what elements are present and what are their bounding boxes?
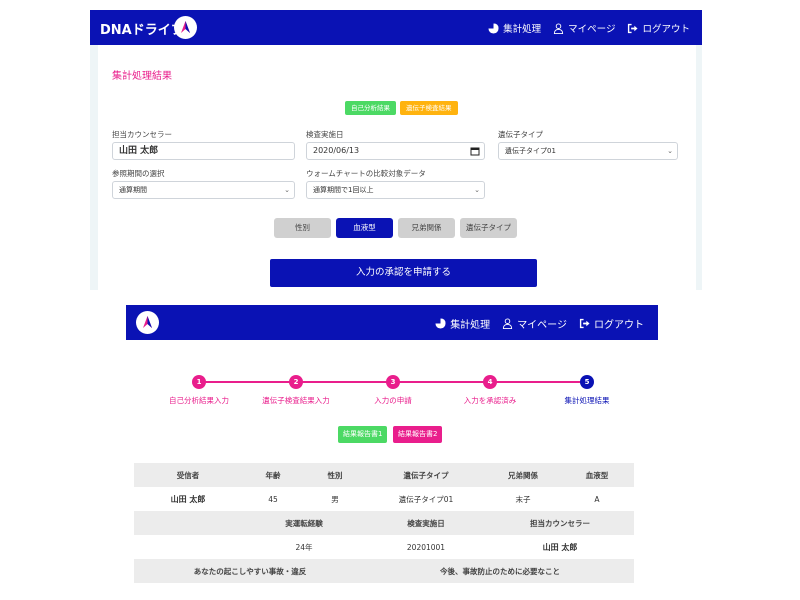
bottom-navbar: 集計処理 マイページ ログアウト <box>126 305 658 340</box>
test-date-value: 2020/06/13 <box>313 146 360 155</box>
nav-mypage-label: マイページ <box>517 320 567 331</box>
gene-type-label: 遺伝子タイプ <box>498 130 543 139</box>
section-title: 集計処理結果 <box>112 71 172 82</box>
header-driving-experience: 実運転経験 <box>242 511 366 535</box>
warm-chart-value: 通算期間で1回以上 <box>313 186 374 194</box>
cell-gene-type: 遺伝子タイプ01 <box>398 494 454 504</box>
header-blood-type: 血液型 <box>560 463 634 487</box>
cell-test-date: 20201001 <box>406 542 446 552</box>
cell-blood-type: A <box>594 494 600 504</box>
nav-logout-label: ログアウト <box>642 24 690 35</box>
nav-logout-label: ログアウト <box>594 320 644 331</box>
user-icon <box>503 318 513 329</box>
header-recipient: 受信者 <box>134 463 242 487</box>
table-row: 山田 太郎 45 男 遺伝子タイプ01 末子 A <box>134 487 634 511</box>
brand-name[interactable]: DNAドライブ <box>100 19 184 38</box>
step-3-label: 入力の申請 <box>374 396 412 405</box>
nav-mypage[interactable]: マイページ <box>502 316 567 331</box>
header-likely-accidents: あなたの起こしやすい事故・違反 <box>134 559 366 583</box>
chevron-down-icon: ⌄ <box>667 147 673 155</box>
counselor-input[interactable]: 山田 太郎 <box>112 142 295 160</box>
table-header-row: 実運転経験 検査実施日 担当カウンセラー <box>134 511 634 535</box>
step-1-circle[interactable]: 1 <box>192 375 206 389</box>
header-gender: 性別 <box>304 463 366 487</box>
chevron-down-icon: ⌄ <box>284 186 290 194</box>
report-2-tag[interactable]: 結果報告書2 <box>393 426 443 443</box>
nav-logout[interactable]: ログアウト <box>627 21 690 35</box>
cell-driving-experience: 24年 <box>295 542 313 552</box>
test-date-input[interactable]: 2020/06/13 <box>306 142 485 160</box>
counselor-value: 山田 太郎 <box>119 146 159 156</box>
cell-counselor: 山田 太郎 <box>542 542 578 552</box>
filter-blood-type[interactable]: 血液型 <box>336 218 393 238</box>
nav-logout[interactable]: ログアウト <box>579 316 644 331</box>
filter-gene-type[interactable]: 遺伝子タイプ <box>460 218 517 238</box>
logout-icon <box>579 318 590 329</box>
step-3-circle[interactable]: 3 <box>386 375 400 389</box>
table-row: 24年 20201001 山田 太郎 <box>134 535 634 559</box>
self-analysis-tag[interactable]: 自己分析結果 <box>345 101 396 115</box>
nav-aggregate[interactable]: 集計処理 <box>435 316 490 331</box>
table-header-row: 受信者 年齢 性別 遺伝子タイプ 兄弟関係 血液型 <box>134 463 634 487</box>
step-2-circle[interactable]: 2 <box>289 375 303 389</box>
warm-chart-select[interactable]: 通算期間で1回以上 ⌄ <box>306 181 485 199</box>
header-test-date: 検査実施日 <box>366 511 486 535</box>
nav-aggregate-label: 集計処理 <box>503 24 542 35</box>
nav-aggregate-label: 集計処理 <box>450 320 491 331</box>
gene-type-select[interactable]: 遺伝子タイプ01 ⌄ <box>498 142 678 160</box>
header-counselor: 担当カウンセラー <box>486 511 634 535</box>
cell-age: 45 <box>268 494 278 504</box>
nav-mypage[interactable]: マイページ <box>553 21 615 35</box>
calendar-icon[interactable] <box>470 146 480 156</box>
cell-recipient: 山田 太郎 <box>170 494 206 504</box>
counselor-label: 担当カウンセラー <box>112 130 172 139</box>
brand-logo-icon[interactable] <box>136 311 159 334</box>
result-table: 受信者 年齢 性別 遺伝子タイプ 兄弟関係 血液型 山田 太郎 45 男 遺伝子… <box>134 463 634 583</box>
result-panel: 集計処理結果 自己分析結果 遺伝子検査結果 担当カウンセラー 検査実施日 遺伝子… <box>90 45 702 290</box>
header-empty <box>134 511 242 535</box>
warm-chart-label: ウォームチャートの比較対象データ <box>306 169 426 178</box>
ref-period-label: 参照期間の選択 <box>112 169 165 178</box>
submit-approval-button[interactable]: 入力の承認を申請する <box>270 259 537 287</box>
header-age: 年齢 <box>242 463 304 487</box>
cell-siblings: 末子 <box>515 494 531 504</box>
ref-period-value: 通算期間 <box>119 186 147 194</box>
table-header-row: あなたの起こしやすい事故・違反 今後、事故防止のために必要なこと <box>134 559 634 583</box>
filter-siblings[interactable]: 兄弟関係 <box>398 218 455 238</box>
top-navbar: DNAドライブ 集計処理 マイページ ログアウト <box>90 10 702 45</box>
cell-gender: 男 <box>331 494 339 504</box>
logout-icon <box>628 23 639 33</box>
brand-logo-icon[interactable] <box>174 16 197 39</box>
nav-aggregate[interactable]: 集計処理 <box>488 21 541 35</box>
step-2-label: 遺伝子検査結果入力 <box>262 396 330 405</box>
ref-period-select[interactable]: 通算期間 ⌄ <box>112 181 295 199</box>
nav-mypage-label: マイページ <box>568 24 616 35</box>
pie-chart-icon <box>435 318 446 329</box>
top-screenshot: DNAドライブ 集計処理 マイページ ログアウト 集計処理結果 自己分析結果 遺… <box>90 10 702 290</box>
step-4-circle[interactable]: 4 <box>483 375 497 389</box>
bottom-screenshot: 集計処理 マイページ ログアウト 1 2 3 4 5 自己分析結果入力 遺伝子検… <box>126 305 658 600</box>
cell-empty <box>134 535 242 559</box>
report-1-tag[interactable]: 結果報告書1 <box>338 426 388 443</box>
header-gene-type: 遺伝子タイプ <box>366 463 486 487</box>
filter-gender[interactable]: 性別 <box>274 218 331 238</box>
pie-chart-icon <box>488 22 499 34</box>
step-5-label: 集計処理結果 <box>564 396 610 405</box>
step-5-circle[interactable]: 5 <box>580 375 594 389</box>
step-1-label: 自己分析結果入力 <box>169 396 229 405</box>
gene-type-value: 遺伝子タイプ01 <box>505 147 556 155</box>
step-4-label: 入力を承認済み <box>463 396 517 405</box>
gene-test-tag[interactable]: 遺伝子検査結果 <box>400 101 458 115</box>
chevron-down-icon: ⌄ <box>474 186 480 194</box>
test-date-label: 検査実施日 <box>306 130 344 139</box>
header-siblings: 兄弟関係 <box>486 463 560 487</box>
header-prevention: 今後、事故防止のために必要なこと <box>366 559 634 583</box>
user-icon <box>554 22 564 34</box>
